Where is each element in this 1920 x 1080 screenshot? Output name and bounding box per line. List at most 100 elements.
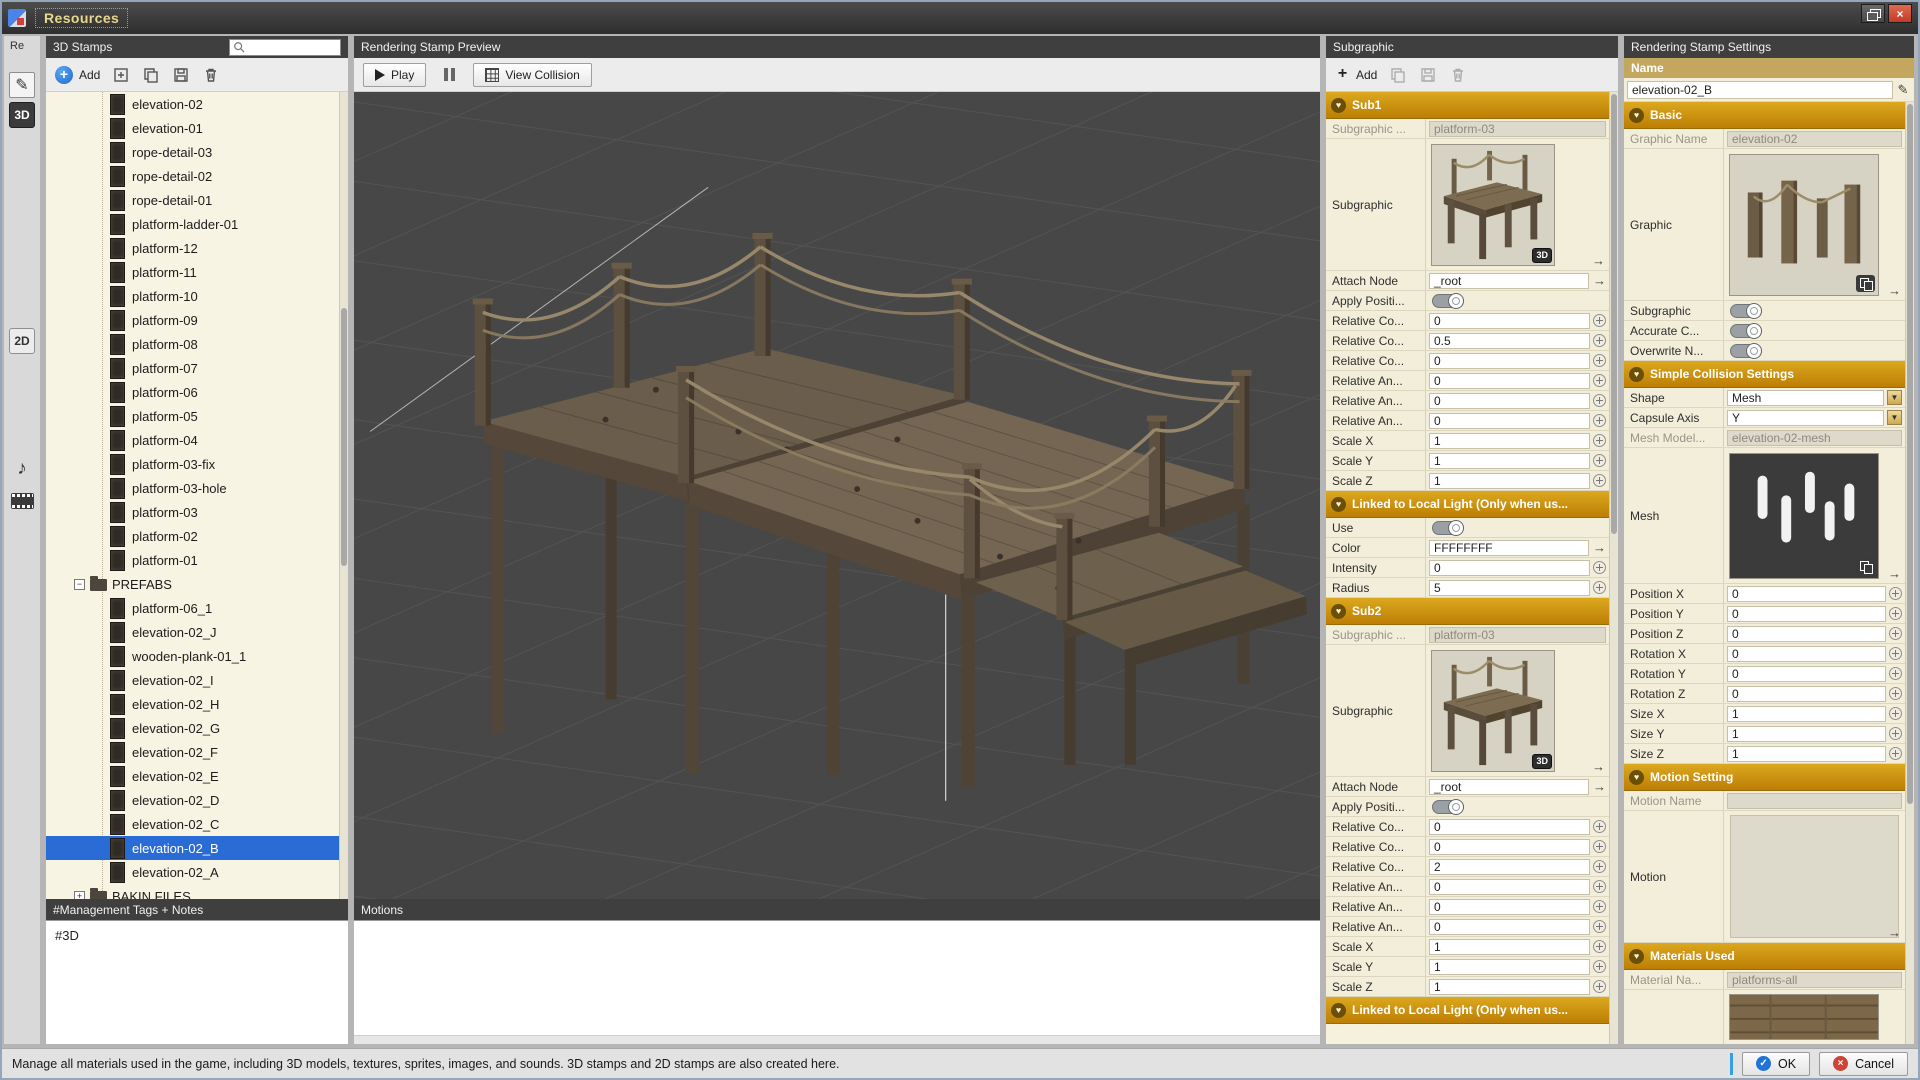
value-field[interactable]: 1 [1429, 939, 1590, 955]
tree-item-rope-detail-01[interactable]: rope-detail-01 [46, 188, 348, 212]
tree-item-platform-05[interactable]: platform-05 [46, 404, 348, 428]
tree-item-elevation-02[interactable]: elevation-02 [46, 92, 348, 116]
stepper-icon[interactable] [1593, 454, 1606, 467]
open-arrow-icon[interactable]: → [1888, 284, 1901, 297]
stepper-icon[interactable] [1889, 607, 1902, 620]
section-header-sub2[interactable]: ♥Sub2 [1326, 598, 1609, 625]
stepper-icon[interactable] [1889, 647, 1902, 660]
tree-item-platform-04[interactable]: platform-04 [46, 428, 348, 452]
open-arrow-icon[interactable]: → [1592, 254, 1605, 267]
toggle-switch[interactable] [1432, 800, 1464, 814]
section-header-simple-collision-settings[interactable]: ♥Simple Collision Settings [1624, 361, 1905, 388]
tree-item-platform-01[interactable]: platform-01 [46, 548, 348, 572]
stepper-icon[interactable] [1889, 687, 1902, 700]
tree-item-platform-10[interactable]: platform-10 [46, 284, 348, 308]
stepper-icon[interactable] [1593, 354, 1606, 367]
add-stamp-button[interactable]: + Add [55, 66, 100, 84]
tree-item-platform-03-hole[interactable]: platform-03-hole [46, 476, 348, 500]
tags-notes-field[interactable]: #3D [46, 920, 348, 1044]
value-field[interactable]: 0 [1429, 413, 1590, 429]
tree-item-elevation-02-h[interactable]: elevation-02_H [46, 692, 348, 716]
value-field[interactable]: 2 [1429, 859, 1590, 875]
mesh-thumbnail[interactable] [1729, 453, 1879, 579]
value-field[interactable]: 0 [1429, 353, 1590, 369]
ok-button[interactable]: ✓ OK [1742, 1052, 1810, 1076]
tree-item-platform-ladder-01[interactable]: platform-ladder-01 [46, 212, 348, 236]
stepper-icon[interactable] [1593, 900, 1606, 913]
value-field[interactable]: 0 [1727, 606, 1886, 622]
open-arrow-icon[interactable]: → [1593, 541, 1606, 554]
delete-icon[interactable] [1449, 66, 1467, 84]
motions-list[interactable] [354, 921, 1320, 1035]
video-resources-icon[interactable] [9, 488, 35, 514]
tree-item-platform-03-fix[interactable]: platform-03-fix [46, 452, 348, 476]
value-field[interactable]: 1 [1727, 746, 1886, 762]
audio-resources-icon[interactable]: ♪ [9, 456, 35, 482]
value-field[interactable]: FFFFFFFF [1429, 540, 1589, 556]
tree-item-platform-12[interactable]: platform-12 [46, 236, 348, 260]
tree-item-elevation-02-e[interactable]: elevation-02_E [46, 764, 348, 788]
tree-item-elevation-02-g[interactable]: elevation-02_G [46, 716, 348, 740]
value-field[interactable]: 1 [1429, 433, 1590, 449]
search-input[interactable] [248, 41, 337, 53]
tree-item-platform-08[interactable]: platform-08 [46, 332, 348, 356]
tree-item-platform-06[interactable]: platform-06 [46, 380, 348, 404]
value-field[interactable]: 0 [1727, 666, 1886, 682]
tree-item-platform-09[interactable]: platform-09 [46, 308, 348, 332]
stepper-icon[interactable] [1593, 474, 1606, 487]
play-button[interactable]: Play [363, 63, 426, 87]
stepper-icon[interactable] [1593, 880, 1606, 893]
section-header-basic[interactable]: ♥Basic [1624, 102, 1905, 129]
subgraphic-scrollbar[interactable] [1609, 92, 1618, 1044]
subgraphic-thumbnail[interactable]: 3D [1431, 650, 1555, 772]
tree-item-platform-03[interactable]: platform-03 [46, 500, 348, 524]
close-button[interactable]: × [1888, 4, 1912, 23]
settings-scrollbar-thumb[interactable] [1907, 104, 1913, 804]
value-field[interactable]: 1 [1429, 473, 1590, 489]
stepper-icon[interactable] [1593, 960, 1606, 973]
stamps-3d-icon[interactable]: 3D [9, 102, 35, 128]
value-field[interactable]: _root [1429, 273, 1589, 289]
stepper-icon[interactable] [1889, 627, 1902, 640]
preview-viewport[interactable] [354, 92, 1320, 899]
edit-pencil-icon[interactable]: ✎ [1895, 82, 1911, 98]
tree-item-elevation-02-f[interactable]: elevation-02_F [46, 740, 348, 764]
toggle-switch[interactable] [1730, 344, 1762, 358]
stepper-icon[interactable] [1593, 920, 1606, 933]
empty-field[interactable] [1730, 815, 1899, 938]
tree-item-rope-detail-02[interactable]: rope-detail-02 [46, 164, 348, 188]
tree-item-platform-07[interactable]: platform-07 [46, 356, 348, 380]
open-arrow-icon[interactable]: → [1593, 274, 1606, 287]
tree-folder-bakin-files[interactable]: +BAKIN FILES [46, 884, 348, 899]
stepper-icon[interactable] [1593, 374, 1606, 387]
tree-item-elevation-02-i[interactable]: elevation-02_I [46, 668, 348, 692]
stepper-icon[interactable] [1593, 840, 1606, 853]
open-arrow-icon[interactable]: → [1888, 926, 1901, 939]
copy-icon[interactable] [1856, 275, 1875, 292]
value-field[interactable]: 0 [1429, 819, 1590, 835]
tree-item-platform-02[interactable]: platform-02 [46, 524, 348, 548]
motions-scrollbar[interactable] [354, 1035, 1320, 1044]
restore-button[interactable] [1861, 4, 1885, 23]
cancel-button[interactable]: × Cancel [1819, 1052, 1908, 1076]
stepper-icon[interactable] [1593, 581, 1606, 594]
dropdown-arrow-icon[interactable]: ▼ [1887, 410, 1902, 425]
value-field[interactable]: 1 [1429, 959, 1590, 975]
stepper-icon[interactable] [1889, 667, 1902, 680]
settings-scrollbar[interactable] [1905, 102, 1914, 1044]
section-header-sub1[interactable]: ♥Sub1 [1326, 92, 1609, 119]
name-input[interactable]: elevation-02_B [1627, 81, 1893, 99]
toggle-switch[interactable] [1432, 521, 1464, 535]
open-arrow-icon[interactable]: → [1593, 780, 1606, 793]
graphic-thumbnail[interactable] [1729, 154, 1879, 296]
value-field[interactable]: 1 [1727, 706, 1886, 722]
tree-item-platform-06-1[interactable]: platform-06_1 [46, 596, 348, 620]
tree-item-elevation-02-a[interactable]: elevation-02_A [46, 860, 348, 884]
value-field[interactable]: 0 [1429, 839, 1590, 855]
tree-scrollbar[interactable] [339, 92, 348, 899]
subgraphic-thumbnail[interactable]: 3D [1431, 144, 1555, 266]
toggle-switch[interactable] [1432, 294, 1464, 308]
value-field[interactable]: 0 [1429, 393, 1590, 409]
save-icon[interactable] [1419, 66, 1437, 84]
tree-item-wooden-plank-01-1[interactable]: wooden-plank-01_1 [46, 644, 348, 668]
